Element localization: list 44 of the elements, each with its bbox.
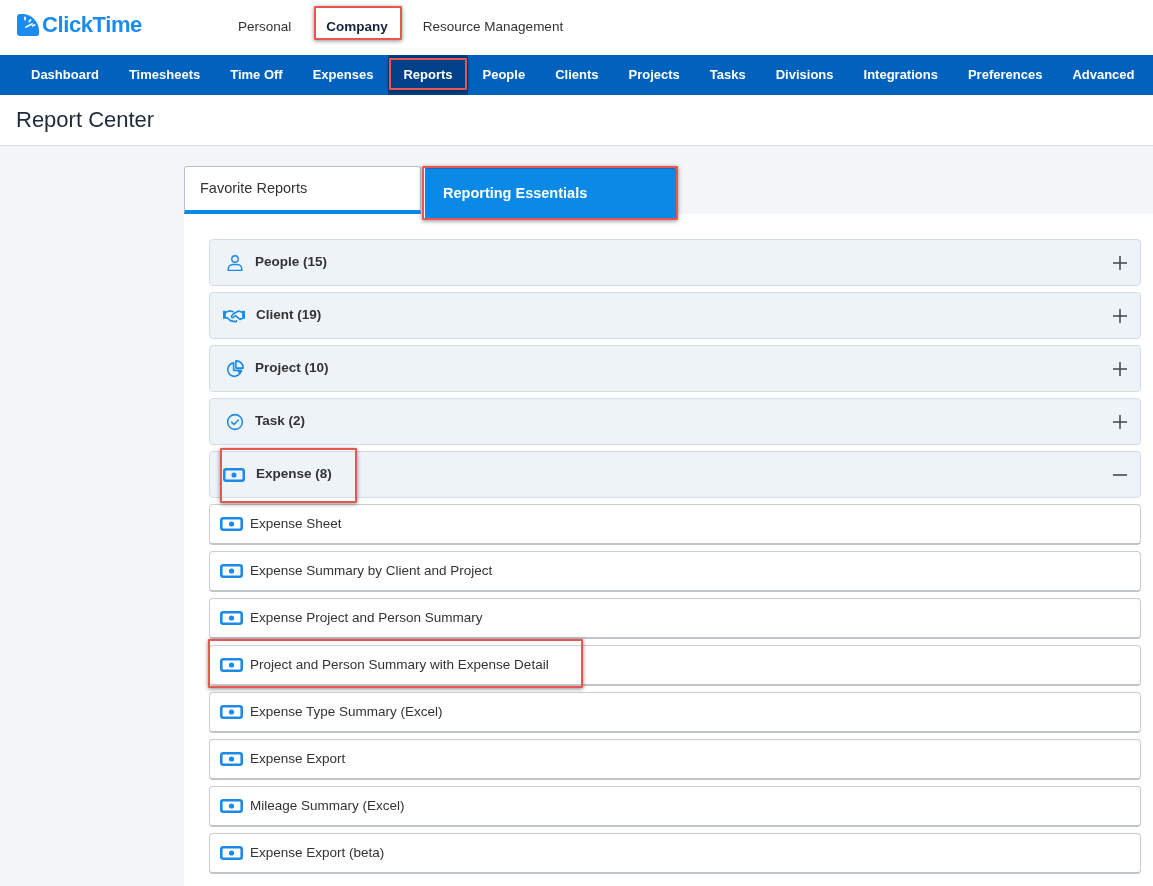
accordion-header[interactable]: People (15) — [209, 239, 1141, 286]
banknote-icon — [220, 611, 243, 625]
nav-link[interactable]: Integrations — [848, 55, 953, 95]
handshake-icon — [223, 308, 245, 323]
nav-link[interactable]: Reports — [388, 55, 468, 95]
report-link[interactable]: Expense Summary by Client and Project — [209, 551, 1141, 592]
banknote-icon — [220, 658, 243, 672]
nav-link[interactable]: Timesheets — [113, 55, 216, 95]
dial-icon — [16, 12, 40, 37]
banknote-icon — [223, 467, 245, 482]
pie-chart-icon — [226, 359, 244, 378]
banknote-icon — [220, 752, 243, 766]
report-link[interactable]: Expense Sheet — [209, 504, 1141, 545]
nav-link[interactable]: Dashboard — [16, 55, 114, 95]
report-link[interactable]: Mileage Summary (Excel) — [209, 786, 1141, 827]
nav-link[interactable]: People — [467, 55, 541, 95]
banknote-icon — [220, 517, 243, 531]
nav-link[interactable]: Tasks — [694, 55, 761, 95]
top-nav-link[interactable]: Resource Management — [422, 15, 564, 40]
person-icon — [226, 253, 244, 272]
top-nav-link[interactable]: Personal — [238, 15, 292, 40]
report-link[interactable]: Expense Type Summary (Excel) — [209, 692, 1141, 733]
tab[interactable]: Favorite Reports — [184, 166, 421, 214]
accordion-header[interactable]: Project (10) — [209, 345, 1141, 392]
banknote-icon — [220, 705, 243, 719]
check-circle-icon — [226, 412, 244, 431]
report-link[interactable]: Expense Export (beta) — [209, 833, 1141, 874]
nav-link[interactable]: Clients — [540, 55, 614, 95]
tab[interactable]: Reporting Essentials — [425, 167, 676, 218]
accordion-header[interactable]: Task (2) — [209, 398, 1141, 445]
banknote-icon — [220, 846, 243, 860]
nav-link[interactable]: Divisions — [760, 55, 849, 95]
top-nav-link[interactable]: Company — [326, 15, 388, 40]
nav-link[interactable]: Projects — [613, 55, 695, 95]
page-title: Report Center — [16, 106, 155, 134]
banknote-icon — [220, 564, 243, 578]
banknote-icon — [220, 799, 243, 813]
accordion-header[interactable]: Client (19) — [209, 292, 1141, 339]
report-link[interactable]: Expense Export — [209, 739, 1141, 780]
nav-link[interactable]: Expenses — [297, 55, 389, 95]
nav-link[interactable]: Advanced — [1057, 55, 1150, 95]
nav-link[interactable]: Preferences — [952, 55, 1058, 95]
report-link[interactable]: Expense Project and Person Summary — [209, 598, 1141, 639]
nav-link[interactable]: Time Off — [215, 55, 298, 95]
